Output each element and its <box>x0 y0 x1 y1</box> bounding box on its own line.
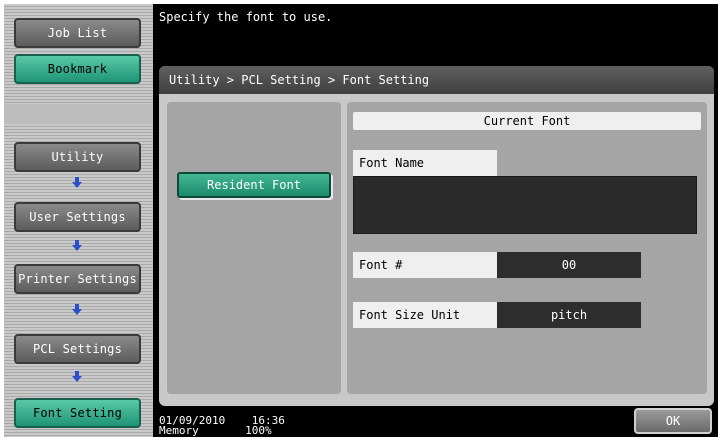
status-datetime: 01/09/2010 16:36 Memory 100% <box>159 415 285 437</box>
status-memory-label: Memory <box>159 424 199 437</box>
nav-utility-button[interactable]: Utility <box>14 142 141 172</box>
font-name-label: Font Name <box>353 150 497 176</box>
font-size-unit-value: pitch <box>497 302 641 328</box>
down-arrow-icon <box>72 304 82 315</box>
status-bar: 01/09/2010 16:36 Memory 100% OK <box>153 406 718 437</box>
resident-font-button[interactable]: Resident Font <box>177 172 331 198</box>
nav-user-settings-button[interactable]: User Settings <box>14 202 141 232</box>
down-arrow-icon <box>72 177 82 188</box>
font-name-value <box>353 176 697 234</box>
current-font-panel: Current Font Font Name Font # 00 Font Si… <box>347 102 707 394</box>
down-arrow-icon <box>72 240 82 251</box>
ok-button[interactable]: OK <box>634 408 712 434</box>
current-font-header: Current Font <box>353 112 701 130</box>
font-number-label: Font # <box>353 252 497 278</box>
bookmark-button[interactable]: Bookmark <box>14 54 141 84</box>
screen: Job List Bookmark Utility User Settings … <box>4 4 718 437</box>
breadcrumb-text: Utility > PCL Setting > Font Setting <box>169 73 430 87</box>
job-list-button[interactable]: Job List <box>14 18 141 48</box>
nav-pcl-settings-button[interactable]: PCL Settings <box>14 334 141 364</box>
font-source-panel: Resident Font <box>167 102 341 394</box>
font-number-value: 00 <box>497 252 641 278</box>
status-memory-value: 100% <box>245 424 272 437</box>
message-bar: Specify the font to use. <box>153 4 718 56</box>
nav-printer-settings-button[interactable]: Printer Settings <box>14 264 141 294</box>
font-size-unit-label: Font Size Unit <box>353 302 497 328</box>
breadcrumb: Utility > PCL Setting > Font Setting <box>159 66 714 94</box>
down-arrow-icon <box>72 371 82 382</box>
nav-font-setting-button[interactable]: Font Setting <box>14 398 141 428</box>
message-text: Specify the font to use. <box>159 10 333 24</box>
left-navigation: Job List Bookmark Utility User Settings … <box>4 4 153 437</box>
main-panel: Utility > PCL Setting > Font Setting Res… <box>159 66 714 406</box>
